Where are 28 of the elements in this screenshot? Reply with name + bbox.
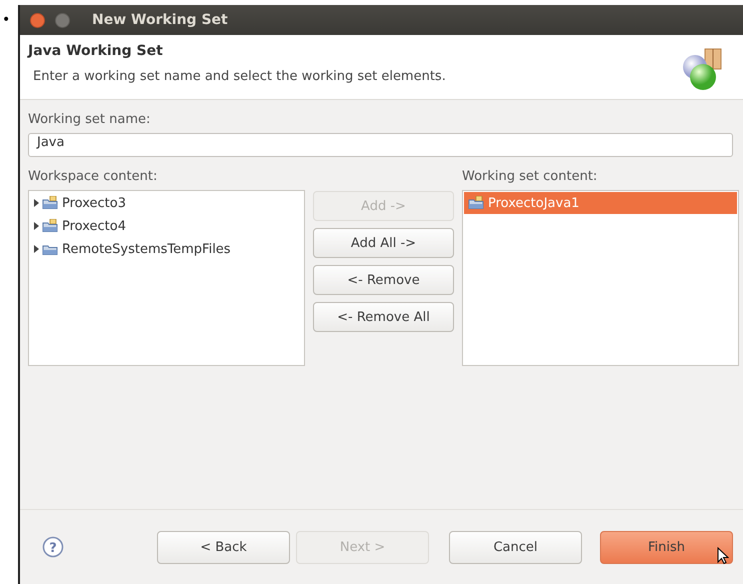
- item-label: ProxectoJava1: [488, 196, 580, 210]
- wizard-button[interactable]: Finish: [600, 530, 733, 564]
- close-button[interactable]: [30, 12, 45, 28]
- bullet-point: •: [2, 12, 10, 28]
- window-title: New Working Set: [92, 12, 228, 28]
- wizard-button[interactable]: < Back: [157, 530, 290, 564]
- project-folder-icon: [468, 196, 485, 210]
- list-label: Workspace content:: [28, 169, 158, 184]
- list-label: Working set content:: [462, 169, 598, 184]
- page-description: Enter a working set name and select the working set elements.: [33, 69, 446, 84]
- item-label: Proxecto3: [62, 196, 126, 210]
- move-button[interactable]: <- Remove: [313, 265, 454, 295]
- project-folder-icon: [42, 219, 59, 233]
- mouse-pointer-icon: [717, 547, 729, 565]
- move-button[interactable]: Add All ->: [313, 228, 454, 258]
- tree-item[interactable]: Proxecto3: [31, 193, 302, 213]
- field-label: Working set name:: [28, 112, 152, 127]
- tree-item[interactable]: Proxecto4: [31, 216, 302, 236]
- tree-item[interactable]: RemoteSystemsTempFiles: [31, 239, 302, 259]
- move-button[interactable]: <- Remove All: [313, 302, 454, 332]
- minimize-button[interactable]: [55, 12, 70, 28]
- project-folder-icon: [42, 196, 59, 210]
- wizard-button[interactable]: Cancel: [449, 530, 582, 564]
- item-label: Proxecto4: [62, 218, 126, 234]
- page-title: Java Working Set: [28, 43, 164, 59]
- item-label: RemoteSystemsTempFiles: [62, 242, 231, 256]
- name-input-field[interactable]: Java: [28, 133, 733, 157]
- help-icon[interactable]: ?: [42, 536, 64, 558]
